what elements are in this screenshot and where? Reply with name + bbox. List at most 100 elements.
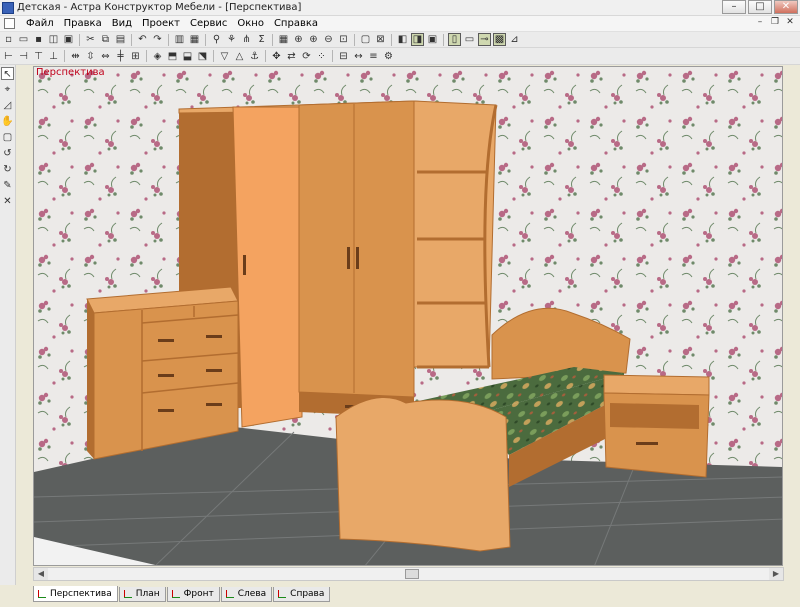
menu-file[interactable]: Файл [21, 18, 59, 29]
print-preview-icon[interactable]: ◫ [47, 33, 60, 46]
hook-icon[interactable]: ⚓ [248, 50, 261, 63]
cube-icon[interactable]: ◧ [396, 33, 409, 46]
perspective-viewport[interactable]: Перспектива [33, 66, 783, 566]
rotate-icon[interactable]: ⟳ [300, 50, 313, 63]
tab-label: План [135, 589, 160, 599]
scroll-left-arrow[interactable]: ◀ [34, 568, 48, 580]
cut-icon[interactable]: ✂ [84, 33, 97, 46]
arrow-up-icon[interactable]: △ [233, 50, 246, 63]
save-icon[interactable]: ▪ [32, 33, 45, 46]
tab-plan[interactable]: План [118, 587, 166, 602]
space-h-icon[interactable]: ⇹ [69, 50, 82, 63]
align-left-icon[interactable]: ⊢ [2, 50, 15, 63]
funnel-icon[interactable]: ▽ [218, 50, 231, 63]
panel-icon[interactable]: ▥ [173, 33, 186, 46]
center-icon[interactable]: ╪ [114, 50, 127, 63]
menu-help[interactable]: Справка [269, 18, 323, 29]
align-right-icon[interactable]: ⊣ [17, 50, 30, 63]
measure-icon[interactable]: ⊿ [508, 33, 521, 46]
box-icon[interactable]: ◈ [151, 50, 164, 63]
menu-project[interactable]: Проект [137, 18, 185, 29]
layer-icon[interactable]: ≡ [367, 50, 380, 63]
zoom-in-icon[interactable]: ⊕ [307, 33, 320, 46]
sum-icon[interactable]: Σ [255, 33, 268, 46]
point-icon[interactable]: ⌖ [1, 83, 14, 96]
cube-wire-icon[interactable]: ◨ [411, 33, 424, 46]
props-icon[interactable]: ⚙ [382, 50, 395, 63]
texture-icon[interactable]: ▩ [493, 33, 506, 46]
menu-service[interactable]: Сервис [185, 18, 232, 29]
print-icon[interactable]: ▣ [62, 33, 75, 46]
wardrobe-handle-left[interactable] [347, 247, 350, 269]
minimize-button[interactable]: – [722, 0, 746, 14]
open-icon[interactable]: ▭ [17, 33, 30, 46]
fitting-icon[interactable]: ⚘ [225, 33, 238, 46]
rotate-left-icon[interactable]: ↺ [1, 147, 14, 160]
space-v-icon[interactable]: ⇳ [84, 50, 97, 63]
select-arrow-icon[interactable]: ↖ [1, 67, 14, 80]
redo-icon[interactable]: ↷ [151, 33, 164, 46]
cube-solid-icon[interactable]: ▣ [426, 33, 439, 46]
corner-door-handle[interactable] [243, 255, 246, 275]
frame-icon[interactable]: ▢ [359, 33, 372, 46]
section-icon[interactable]: ⊟ [337, 50, 350, 63]
app-window: Детская - Астра Конструктор Мебели - [Пе… [0, 0, 800, 607]
cabinet-icon[interactable]: ⬒ [166, 50, 179, 63]
menu-window[interactable]: Окно [232, 18, 269, 29]
shelf-icon[interactable]: ⬓ [181, 50, 194, 63]
zoom-out-icon[interactable]: ⊖ [322, 33, 335, 46]
door-icon[interactable]: ▯ [448, 33, 461, 46]
drawer-icon[interactable]: ▭ [463, 33, 476, 46]
grid-icon[interactable]: ▦ [277, 33, 290, 46]
menu-view[interactable]: Вид [107, 18, 137, 29]
nightstand-handle[interactable] [636, 442, 658, 445]
node-icon[interactable]: ◿ [1, 99, 14, 112]
fit-icon[interactable]: ⊞ [129, 50, 142, 63]
top-view-icon[interactable]: ⬔ [196, 50, 209, 63]
horizontal-scrollbar[interactable]: ◀ ▶ [33, 567, 784, 581]
edit-toolbar: ⊢ ⊣ ⊤ ⊥ ⇹ ⇳ ⇔ ╪ ⊞ ◈ ⬒ ⬓ ⬔ ▽ △ ⚓ ✥ ⇄ ⟳ ⁘ ⊟ ↔ ≡ ⚙ [0, 48, 800, 65]
menu-edit[interactable]: Правка [59, 18, 107, 29]
scroll-right-arrow[interactable]: ▶ [769, 568, 783, 580]
tab-front[interactable]: Фронт [166, 587, 220, 602]
close-button[interactable]: ✕ [774, 0, 798, 14]
rect-select-icon[interactable]: ▢ [1, 131, 14, 144]
brush-icon[interactable]: ✎ [1, 179, 14, 192]
pin-icon[interactable]: ⚲ [210, 33, 223, 46]
copy-icon[interactable]: ⧉ [99, 33, 112, 46]
wardrobe-handle-right[interactable] [356, 247, 359, 269]
paste-icon[interactable]: ▤ [114, 33, 127, 46]
move-icon[interactable]: ✥ [270, 50, 283, 63]
handle-icon[interactable]: ⊸ [478, 33, 491, 46]
tab-left[interactable]: Слева [220, 587, 273, 602]
stretch-icon[interactable]: ⇔ [99, 50, 112, 63]
main-toolbar: ▫ ▭ ▪ ◫ ▣ ✂ ⧉ ▤ ↶ ↷ ▥ ▦ ⚲ ⚘ ⋔ Σ ▦ ⊕ ⊕ ⊖ ⊡ ▢ ⊠ ◧ ◨ ▣ ▯ ▭ ⊸ ▩ ⊿ [0, 32, 800, 48]
toolbar-separator [391, 33, 392, 46]
tab-right[interactable]: Справа [273, 587, 331, 602]
dimension-icon[interactable]: ↔ [352, 50, 365, 63]
undo-icon[interactable]: ↶ [136, 33, 149, 46]
document-icon[interactable] [4, 18, 15, 29]
image-icon[interactable]: ▦ [188, 33, 201, 46]
window-title: Детская - Астра Конструктор Мебели - [Пе… [17, 2, 302, 13]
scroll-thumb[interactable] [405, 569, 419, 579]
zoom-window-icon[interactable]: ⊡ [337, 33, 350, 46]
new-doc-icon[interactable]: ▫ [2, 33, 15, 46]
tree-icon[interactable]: ⋔ [240, 33, 253, 46]
toolbar-separator [332, 50, 333, 62]
pan-icon[interactable]: ✋ [1, 115, 14, 128]
rotate-right-icon[interactable]: ↻ [1, 163, 14, 176]
toolbar-separator [354, 33, 355, 46]
tab-perspective[interactable]: Перспектива [33, 586, 118, 602]
delete-icon[interactable]: ✕ [1, 195, 14, 208]
box-x-icon[interactable]: ⊠ [374, 33, 387, 46]
zoom-fit-icon[interactable]: ⊕ [292, 33, 305, 46]
mdi-minimize-button[interactable]: – [754, 17, 766, 29]
array-icon[interactable]: ⁘ [315, 50, 328, 63]
mdi-restore-button[interactable]: ❐ [769, 17, 781, 29]
maximize-button[interactable]: □ [748, 0, 772, 14]
align-top-icon[interactable]: ⊤ [32, 50, 45, 63]
mirror-icon[interactable]: ⇄ [285, 50, 298, 63]
mdi-close-button[interactable]: ✕ [784, 17, 796, 29]
align-bottom-icon[interactable]: ⊥ [47, 50, 60, 63]
